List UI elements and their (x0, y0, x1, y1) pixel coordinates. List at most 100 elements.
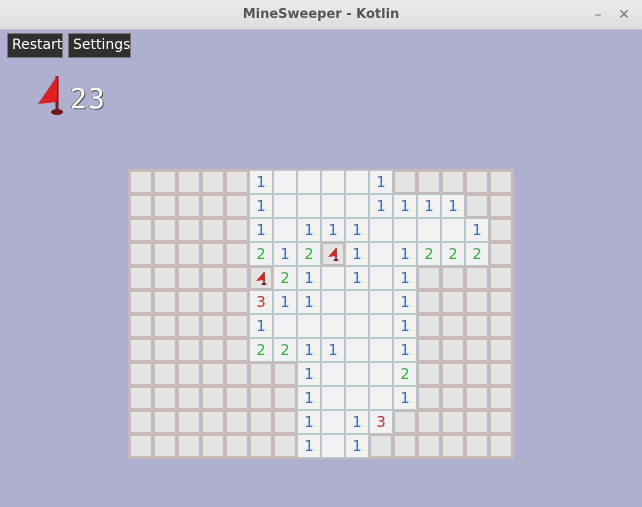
cell-hidden[interactable] (201, 362, 225, 386)
cell-hidden[interactable] (441, 362, 465, 386)
cell-hidden[interactable] (489, 386, 513, 410)
cell-empty[interactable] (273, 194, 297, 218)
cell-hidden[interactable] (489, 338, 513, 362)
cell-hidden[interactable] (465, 266, 489, 290)
cell-hidden[interactable] (153, 314, 177, 338)
cell-hidden[interactable] (129, 338, 153, 362)
cell-hidden[interactable] (153, 266, 177, 290)
cell-number[interactable]: 1 (249, 194, 273, 218)
cell-number[interactable]: 1 (393, 290, 417, 314)
cell-number[interactable]: 1 (345, 242, 369, 266)
cell-hidden[interactable] (129, 242, 153, 266)
cell-number[interactable]: 1 (393, 386, 417, 410)
cell-hidden[interactable] (129, 266, 153, 290)
cell-hidden[interactable] (273, 386, 297, 410)
cell-hidden[interactable] (153, 170, 177, 194)
cell-hidden[interactable] (177, 338, 201, 362)
cell-number[interactable]: 1 (297, 290, 321, 314)
cell-number[interactable]: 1 (345, 218, 369, 242)
cell-hidden[interactable] (465, 362, 489, 386)
cell-number[interactable]: 2 (393, 362, 417, 386)
cell-empty[interactable] (369, 338, 393, 362)
cell-hidden[interactable] (393, 410, 417, 434)
cell-hidden[interactable] (441, 170, 465, 194)
cell-hidden[interactable] (153, 218, 177, 242)
cell-number[interactable]: 3 (369, 410, 393, 434)
cell-number[interactable]: 1 (393, 266, 417, 290)
cell-empty[interactable] (369, 386, 393, 410)
cell-number[interactable]: 2 (249, 242, 273, 266)
cell-hidden[interactable] (225, 338, 249, 362)
cell-empty[interactable] (321, 386, 345, 410)
cell-empty[interactable] (321, 410, 345, 434)
cell-hidden[interactable] (273, 410, 297, 434)
cell-hidden[interactable] (489, 194, 513, 218)
cell-hidden[interactable] (177, 266, 201, 290)
cell-number[interactable]: 1 (465, 218, 489, 242)
cell-hidden[interactable] (489, 434, 513, 458)
cell-hidden[interactable] (201, 194, 225, 218)
cell-number[interactable]: 1 (297, 410, 321, 434)
cell-hidden[interactable] (129, 170, 153, 194)
cell-empty[interactable] (297, 194, 321, 218)
cell-hidden[interactable] (201, 218, 225, 242)
cell-hidden[interactable] (153, 410, 177, 434)
cell-number[interactable]: 1 (321, 218, 345, 242)
cell-empty[interactable] (297, 314, 321, 338)
minimize-icon[interactable]: – (589, 6, 607, 24)
cell-hidden[interactable] (177, 170, 201, 194)
cell-hidden[interactable] (177, 314, 201, 338)
cell-hidden[interactable] (465, 194, 489, 218)
cell-hidden[interactable] (489, 362, 513, 386)
cell-hidden[interactable] (201, 410, 225, 434)
cell-empty[interactable] (369, 266, 393, 290)
cell-number[interactable]: 1 (297, 362, 321, 386)
cell-number[interactable]: 1 (297, 218, 321, 242)
cell-hidden[interactable] (273, 434, 297, 458)
cell-hidden[interactable] (177, 362, 201, 386)
cell-number[interactable]: 1 (417, 194, 441, 218)
cell-empty[interactable] (345, 338, 369, 362)
cell-hidden[interactable] (129, 314, 153, 338)
cell-hidden[interactable] (153, 290, 177, 314)
cell-hidden[interactable] (393, 170, 417, 194)
cell-hidden[interactable] (417, 266, 441, 290)
cell-hidden[interactable] (177, 386, 201, 410)
cell-empty[interactable] (369, 314, 393, 338)
cell-number[interactable]: 1 (345, 410, 369, 434)
cell-hidden[interactable] (153, 194, 177, 218)
cell-hidden[interactable] (153, 434, 177, 458)
cell-hidden[interactable] (417, 314, 441, 338)
cell-hidden[interactable] (225, 266, 249, 290)
cell-hidden[interactable] (201, 266, 225, 290)
cell-hidden[interactable] (273, 362, 297, 386)
cell-number[interactable]: 1 (249, 314, 273, 338)
cell-hidden[interactable] (249, 410, 273, 434)
cell-number[interactable]: 2 (273, 266, 297, 290)
cell-number[interactable]: 2 (297, 242, 321, 266)
cell-empty[interactable] (321, 170, 345, 194)
cell-hidden[interactable] (489, 218, 513, 242)
cell-empty[interactable] (369, 218, 393, 242)
cell-hidden[interactable] (369, 434, 393, 458)
cell-hidden[interactable] (249, 434, 273, 458)
cell-hidden[interactable] (177, 434, 201, 458)
cell-hidden[interactable] (417, 290, 441, 314)
cell-hidden[interactable] (489, 242, 513, 266)
cell-hidden[interactable] (417, 362, 441, 386)
cell-number[interactable]: 1 (297, 434, 321, 458)
cell-flagged[interactable] (249, 266, 273, 290)
cell-empty[interactable] (321, 362, 345, 386)
cell-hidden[interactable] (129, 386, 153, 410)
cell-hidden[interactable] (225, 434, 249, 458)
cell-hidden[interactable] (201, 170, 225, 194)
cell-empty[interactable] (345, 194, 369, 218)
cell-hidden[interactable] (465, 290, 489, 314)
cell-hidden[interactable] (225, 218, 249, 242)
cell-number[interactable]: 1 (369, 194, 393, 218)
cell-number[interactable]: 3 (249, 290, 273, 314)
cell-empty[interactable] (321, 290, 345, 314)
cell-hidden[interactable] (441, 266, 465, 290)
cell-number[interactable]: 1 (345, 434, 369, 458)
cell-hidden[interactable] (441, 314, 465, 338)
